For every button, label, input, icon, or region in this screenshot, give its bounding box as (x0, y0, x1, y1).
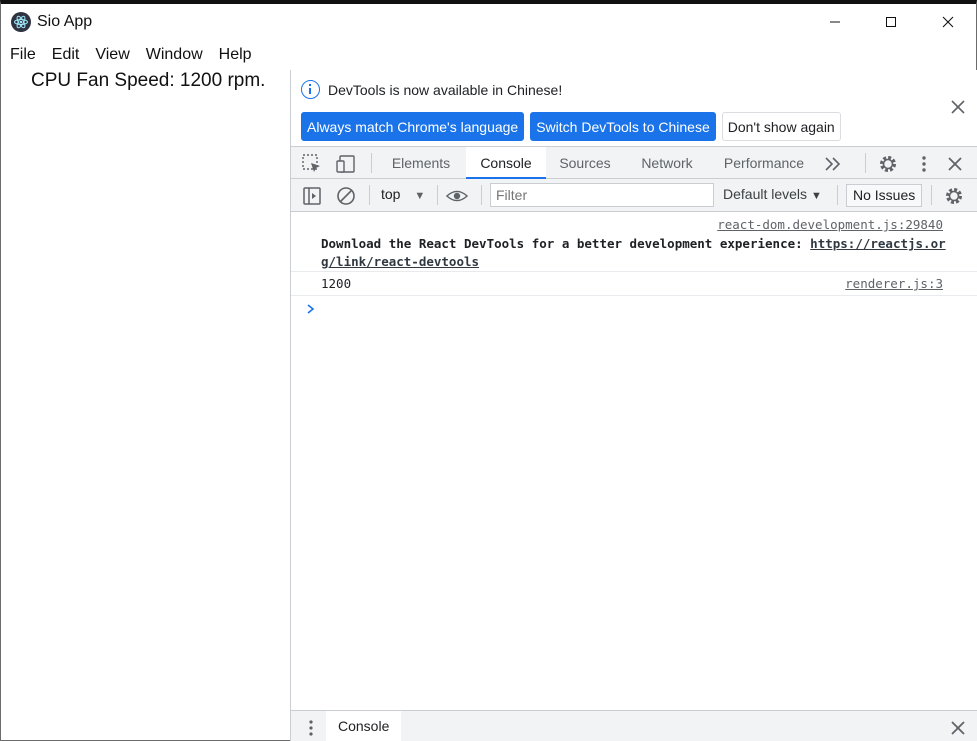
log-levels-label: Default levels (723, 186, 808, 202)
tab-network[interactable]: Network (628, 147, 706, 179)
filter-input[interactable] (490, 183, 714, 207)
toolbar-divider (931, 185, 932, 205)
console-settings-gear-icon[interactable] (943, 185, 965, 207)
minimize-button[interactable] (806, 4, 864, 40)
infobar-buttons: Always match Chrome's language Switch De… (301, 112, 841, 141)
log-levels-dropdown[interactable]: Default levels ▼ (723, 186, 822, 202)
toolbar-divider (437, 185, 438, 205)
minimize-icon (830, 21, 840, 23)
tab-console[interactable]: Console (466, 147, 546, 179)
toolbar-divider (369, 185, 370, 205)
console-message: 1200 renderer.js:3 (291, 272, 977, 296)
close-drawer-icon[interactable] (947, 717, 969, 739)
cpu-fan-speed-text: CPU Fan Speed: 1200 rpm. (31, 70, 266, 91)
menu-edit[interactable]: Edit (43, 46, 87, 64)
console-message: react-dom.development.js:29840 Download … (291, 213, 977, 272)
toolbar-divider (837, 185, 838, 205)
dropdown-arrow-icon: ▼ (810, 190, 822, 202)
maximize-button[interactable] (862, 4, 920, 40)
message-text: Download the React DevTools for a better… (321, 235, 956, 271)
device-toolbar-icon[interactable] (335, 153, 357, 175)
menu-view[interactable]: View (86, 46, 136, 64)
context-value: top (381, 186, 401, 202)
info-icon (301, 80, 320, 99)
close-icon (942, 16, 954, 28)
console-filter-bar: top ▼ Default levels ▼ No Issues (291, 179, 977, 212)
window-title: Sio App (37, 13, 93, 30)
tab-sources[interactable]: Sources (546, 147, 624, 179)
context-selector[interactable]: top ▼ (381, 186, 425, 202)
close-window-button[interactable] (919, 4, 977, 40)
dont-show-again-button[interactable]: Don't show again (721, 112, 841, 141)
menu-help[interactable]: Help (210, 46, 259, 64)
tab-performance[interactable]: Performance (716, 147, 812, 179)
menu-window[interactable]: Window (137, 46, 210, 64)
devtools-tab-bar: Elements Console Sources Network Perform… (291, 146, 977, 179)
toolbar-divider (481, 185, 482, 205)
clear-console-icon[interactable] (335, 185, 357, 207)
console-output: react-dom.development.js:29840 Download … (291, 213, 977, 314)
menu-bar: File Edit View Window Help (1, 42, 259, 68)
close-devtools-icon[interactable] (944, 153, 966, 175)
dropdown-arrow-icon: ▼ (414, 190, 426, 202)
infobar-close-icon[interactable] (949, 98, 967, 116)
tab-elements[interactable]: Elements (381, 147, 461, 179)
drawer-tab-console[interactable]: Console (326, 711, 402, 741)
message-value: 1200 (321, 276, 352, 291)
message-source-link[interactable]: react-dom.development.js:29840 (717, 217, 943, 232)
always-match-language-button[interactable]: Always match Chrome's language (301, 112, 525, 141)
infobar-message: DevTools is now available in Chinese! (328, 81, 563, 98)
language-infobar: DevTools is now available in Chinese! Al… (291, 70, 977, 146)
drawer-menu-kebab-icon[interactable] (300, 717, 322, 739)
live-expression-eye-icon[interactable] (446, 185, 468, 207)
toolbar-divider (371, 153, 372, 173)
message-source-link[interactable]: renderer.js:3 (845, 276, 943, 291)
toolbar-divider (865, 153, 866, 173)
app-window: Sio App File Edit View Window Help CPU F… (0, 0, 977, 741)
title-bar: Sio App (1, 4, 976, 40)
issues-button[interactable]: No Issues (846, 184, 923, 207)
menu-file[interactable]: File (1, 46, 43, 64)
console-prompt-chevron-icon[interactable] (305, 303, 317, 315)
inspect-element-icon[interactable] (301, 153, 323, 175)
devtools-panel: DevTools is now available in Chinese! Al… (290, 70, 977, 741)
infobar-message-row: DevTools is now available in Chinese! (301, 80, 562, 99)
bottom-drawer: Console (291, 710, 977, 741)
maximize-icon (886, 17, 896, 27)
settings-gear-icon[interactable] (877, 153, 899, 175)
message-body-text: Download the React DevTools for a better… (321, 236, 811, 251)
switch-to-chinese-button[interactable]: Switch DevTools to Chinese (530, 112, 716, 141)
electron-app-icon (11, 12, 31, 32)
more-tabs-chevron-icon[interactable] (822, 153, 844, 175)
sidebar-toggle-icon[interactable] (301, 185, 323, 207)
more-options-kebab-icon[interactable] (913, 153, 935, 175)
